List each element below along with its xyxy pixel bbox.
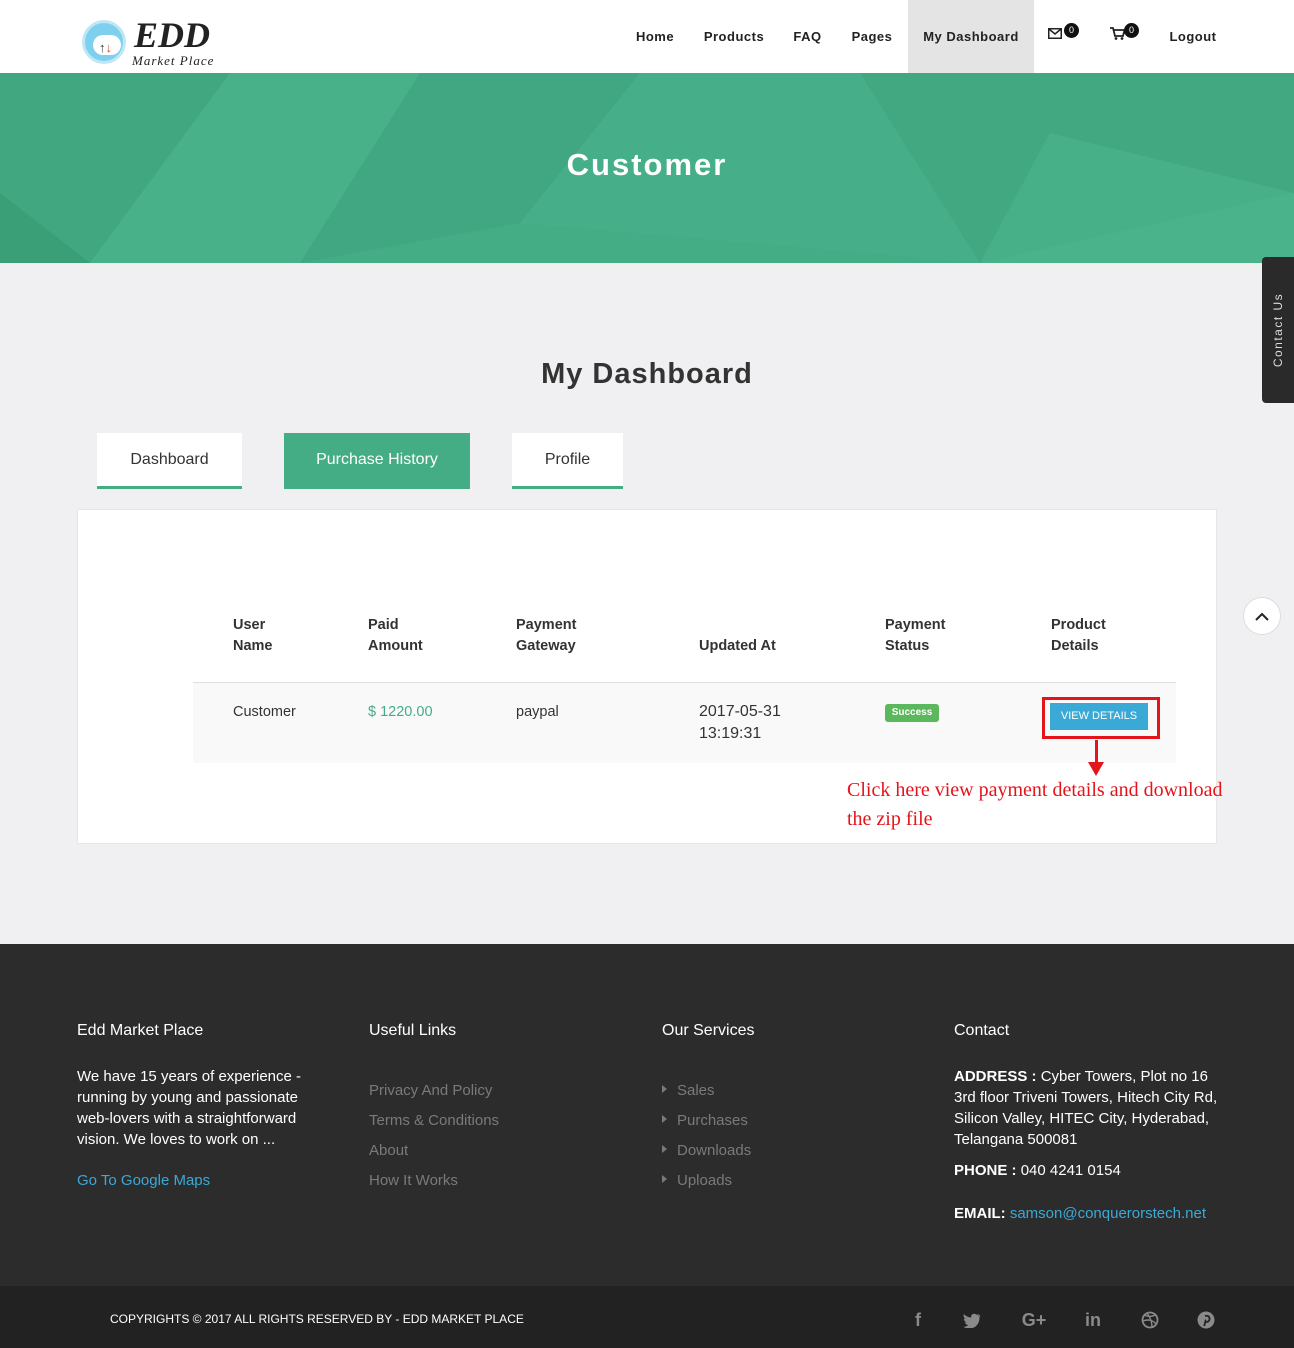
tab-profile[interactable]: Profile	[512, 433, 623, 489]
google-plus-icon[interactable]: G+	[1018, 1308, 1050, 1332]
footer-service-sales[interactable]: Sales	[662, 1082, 715, 1099]
header-updated-at: Updated At	[699, 638, 776, 654]
copyright-text: COPYRIGHTS © 2017 ALL RIGHTS RESERVED BY…	[110, 1312, 524, 1326]
cloud-upload-icon: ↑↓	[82, 20, 126, 64]
google-maps-link[interactable]: Go To Google Maps	[77, 1172, 210, 1189]
annotation-text: Click here view payment details and down…	[847, 779, 1223, 830]
footer-link-privacy[interactable]: Privacy And Policy	[369, 1082, 492, 1099]
cart-count-badge: 0	[1124, 23, 1139, 38]
scroll-to-top-button[interactable]	[1243, 597, 1281, 635]
footer-service-downloads[interactable]: Downloads	[662, 1142, 751, 1159]
footer-service-purchases[interactable]: Purchases	[662, 1112, 748, 1129]
cell-paid-amount: $ 1220.00	[368, 704, 433, 720]
mail-count-badge: 0	[1064, 23, 1079, 38]
footer-phone: PHONE : 040 4241 0154	[954, 1162, 1121, 1179]
footer-about-title: Edd Market Place	[77, 1022, 204, 1039]
envelope-icon	[1048, 28, 1062, 39]
footer-email: EMAIL: samson@conquerorstech.net	[954, 1205, 1207, 1222]
nav-products[interactable]: Products	[692, 0, 776, 73]
nav-my-dashboard[interactable]: My Dashboard	[908, 0, 1034, 73]
cart-button[interactable]: 0	[1106, 22, 1146, 52]
footer-contact-title: Contact	[954, 1022, 1010, 1039]
cell-gateway: paypal	[516, 704, 559, 720]
footer-link-terms[interactable]: Terms & Conditions	[369, 1112, 499, 1129]
caret-right-icon	[662, 1085, 667, 1094]
footer-link-about[interactable]: About	[369, 1142, 408, 1159]
nav-logout[interactable]: Logout	[1160, 0, 1226, 73]
contact-us-label: Contact Us	[1271, 292, 1285, 368]
linkedin-icon[interactable]: in	[1081, 1308, 1105, 1332]
chevron-up-icon	[1255, 612, 1269, 621]
table-row	[193, 682, 1176, 763]
tab-purchase-history[interactable]: Purchase History	[284, 433, 470, 489]
shopping-cart-icon	[1110, 27, 1125, 40]
status-badge: Success	[885, 704, 939, 722]
footer-services-title: Our Services	[662, 1022, 755, 1039]
nav-home[interactable]: Home	[622, 0, 688, 73]
header-payment-gateway: Payment Gateway	[516, 617, 577, 654]
footer-service-uploads[interactable]: Uploads	[662, 1172, 732, 1189]
mail-button[interactable]: 0	[1044, 22, 1084, 52]
footer-link-how-it-works[interactable]: How It Works	[369, 1172, 458, 1189]
header-user-name: User Name	[233, 617, 273, 654]
view-details-button[interactable]: VIEW DETAILS	[1050, 703, 1148, 730]
tab-dashboard[interactable]: Dashboard	[97, 433, 242, 489]
dribbble-icon[interactable]	[1138, 1308, 1162, 1332]
email-link[interactable]: samson@conquerorstech.net	[1010, 1205, 1206, 1222]
hero-banner: Customer	[0, 73, 1294, 263]
page-title: My Dashboard	[541, 358, 753, 390]
brand-subtitle: Market Place	[132, 53, 215, 68]
caret-right-icon	[662, 1145, 667, 1154]
twitter-icon[interactable]	[960, 1308, 984, 1332]
cell-updated-at: 2017-05-31 13:19:31	[699, 703, 781, 742]
pinterest-icon[interactable]	[1194, 1308, 1218, 1332]
footer-address: ADDRESS : Cyber Towers, Plot no 16 3rd f…	[954, 1068, 1218, 1148]
cell-user-name: Customer	[233, 704, 296, 720]
header-payment-status: Payment Status	[885, 617, 946, 654]
nav-pages[interactable]: Pages	[838, 0, 906, 73]
annotation-arrow-head	[1088, 762, 1104, 776]
brand-title: EDD	[134, 15, 211, 55]
footer-links-title: Useful Links	[369, 1022, 457, 1039]
footer-about-text: We have 15 years of experience - running…	[77, 1068, 302, 1148]
facebook-icon[interactable]: f	[906, 1308, 930, 1332]
header-product-details: Product Details	[1051, 617, 1106, 654]
caret-right-icon	[662, 1175, 667, 1184]
brand-logo[interactable]: ↑↓ EDD Market Place	[80, 17, 230, 69]
header-paid-amount: Paid Amount	[368, 617, 423, 654]
caret-right-icon	[662, 1115, 667, 1124]
nav-faq[interactable]: FAQ	[780, 0, 835, 73]
hero-title: Customer	[566, 147, 728, 182]
